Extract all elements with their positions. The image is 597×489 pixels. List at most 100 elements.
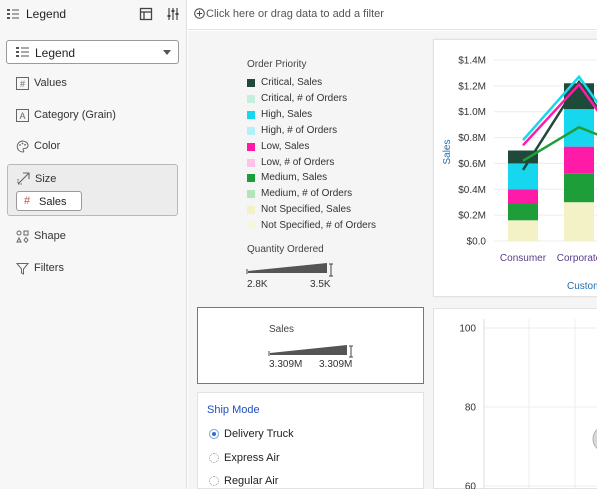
legend-list-icon (7, 9, 19, 19)
radio-icon[interactable] (209, 476, 219, 486)
filters-label: Filters (34, 262, 64, 274)
size-drop-target[interactable]: Size # Sales (7, 164, 178, 216)
quantity-legend-title: Quantity Ordered (247, 244, 324, 255)
filter-funnel-icon (16, 263, 29, 275)
y-tick-label: $1.2M (458, 81, 486, 92)
combo-chart[interactable]: $0.0 $0.2M $0.4M $0.6M $0.8M $1.0M $1.2M $1.4M S… (434, 40, 597, 298)
y-tick-label: $1.0M (458, 107, 486, 118)
bar-segment (564, 146, 594, 174)
legend-visualization[interactable]: Order Priority Critical, Sales Critical, … (240, 52, 430, 302)
ship-mode-title: Ship Mode (207, 404, 260, 416)
sales-min-label: 3.309M (269, 359, 303, 370)
quantity-min-label: 2.8K (247, 279, 268, 290)
legend-item-label: Medium, Sales (261, 172, 328, 184)
y-tick-label: $0.4M (458, 185, 486, 196)
size-scale-wedge (268, 345, 353, 358)
ship-option-label: Express Air (224, 452, 280, 464)
legend-swatch (247, 79, 255, 87)
ship-option-delivery-truck[interactable]: Delivery Truck (207, 426, 407, 444)
bar-segment (508, 220, 538, 241)
category-drop-target[interactable]: A Category (Grain) (6, 103, 179, 129)
y-tick-label: $0.0 (467, 237, 487, 248)
scatter-chart[interactable]: 100 80 60 (434, 309, 597, 489)
svg-text:A: A (19, 111, 25, 121)
panel-title: Legend (26, 7, 67, 21)
shapes-icon (16, 230, 29, 243)
color-label: Color (34, 140, 61, 152)
x-tick-label: Consumer (500, 253, 547, 264)
radio-selected-icon[interactable] (209, 429, 219, 439)
chevron-down-icon (163, 50, 171, 55)
ship-option-regular-air[interactable]: Regular Air (207, 473, 407, 489)
sales-pill-label: Sales (39, 196, 67, 208)
legend-dropdown[interactable]: Legend (6, 40, 179, 64)
radio-icon[interactable] (209, 453, 219, 463)
legend-item-label: Low, Sales (261, 140, 310, 152)
y-tick-label: $1.4M (458, 56, 486, 67)
category-label: Category (Grain) (34, 109, 116, 121)
ship-option-express-air[interactable]: Express Air (207, 450, 407, 468)
legend-swatch (247, 126, 255, 135)
legend-item-label: Critical, Sales (261, 77, 323, 88)
values-drop-target[interactable]: # Values (6, 71, 179, 97)
legend-title: Order Priority (247, 59, 307, 70)
legend-item-label: High, # of Orders (261, 124, 338, 136)
bar-segment (508, 203, 538, 221)
legend-dropdown-value: Legend (35, 46, 76, 60)
legend-swatch (247, 190, 255, 199)
scatter-chart-card[interactable]: 100 80 60 (433, 308, 597, 489)
legend-item-label: Medium, # of Orders (261, 188, 353, 200)
legend-item-label: Not Specified, # of Orders (261, 220, 377, 232)
legend-swatch (247, 174, 255, 183)
ship-mode-filter: Ship Mode Delivery Truck Express Air Reg… (197, 392, 424, 489)
bar-segment (564, 173, 594, 203)
legend-swatch (247, 158, 255, 167)
combo-chart-card[interactable]: $0.0 $0.2M $0.4M $0.6M $0.8M $1.0M $1.2M $1.4M S… (433, 39, 597, 297)
quantity-max-label: 3.5K (310, 279, 331, 290)
settings-sliders-icon[interactable] (166, 7, 180, 21)
shape-drop-target[interactable]: Shape (6, 224, 179, 250)
palette-icon (16, 140, 29, 153)
layout-tab-icon[interactable] (139, 7, 153, 21)
hash-icon: # (16, 77, 29, 90)
bar-segment (508, 189, 538, 204)
x-axis-label: Custom (567, 281, 597, 292)
shape-label: Shape (34, 230, 66, 242)
y-tick-label: 80 (465, 403, 477, 414)
legend-swatch (247, 142, 255, 151)
resize-arrow-icon (17, 172, 30, 185)
sales-legend-title: Sales (269, 324, 295, 335)
legend-item-label: Low, # of Orders (261, 156, 335, 168)
filter-placeholder: Click here or drag data to add a filter (206, 8, 384, 20)
measure-hash-icon: # (24, 195, 31, 207)
size-scale-wedge (246, 263, 333, 277)
legend-swatch (247, 222, 255, 231)
y-tick-label: 60 (465, 482, 477, 489)
filter-bar[interactable]: Click here or drag data to add a filter (188, 0, 597, 30)
y-axis-label: Sales (442, 139, 453, 164)
legend-list-icon (16, 47, 29, 57)
bar-segment (508, 163, 538, 190)
y-tick-label: $0.6M (458, 159, 486, 170)
ship-option-label: Regular Air (224, 475, 279, 487)
values-label: Values (34, 77, 67, 89)
sales-max-label: 3.309M (319, 359, 353, 370)
y-tick-label: 100 (459, 324, 476, 335)
panel-header: Legend (0, 0, 187, 30)
sales-size-pill[interactable]: # Sales (16, 191, 82, 211)
legend-item-label: Critical, # of Orders (261, 92, 348, 104)
legend-swatch (247, 206, 255, 215)
filters-drop-target[interactable]: Filters (6, 256, 179, 282)
text-a-icon: A (16, 109, 29, 122)
color-drop-target[interactable]: Color (6, 134, 179, 160)
x-tick-label: Corporate (557, 253, 597, 264)
y-tick-label: $0.2M (458, 211, 486, 222)
legend-swatch (247, 110, 255, 119)
legend-item-label: Not Specified, Sales (261, 204, 352, 216)
y-tick-label: $0.8M (458, 133, 486, 144)
size-label: Size (35, 173, 57, 185)
sales-size-legend[interactable]: Sales 3.309M 3.309M (197, 307, 424, 384)
ship-option-label: Delivery Truck (224, 428, 294, 440)
properties-panel: Legend Legend # Values A Category (Grain… (0, 0, 187, 489)
svg-text:#: # (20, 79, 25, 89)
